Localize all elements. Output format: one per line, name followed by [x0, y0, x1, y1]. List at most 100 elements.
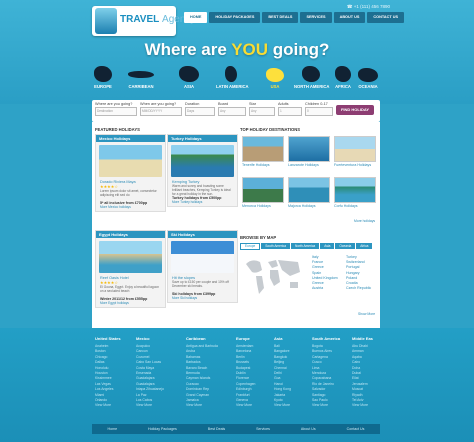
children-select[interactable]: 0 — [305, 107, 333, 116]
children-field: Children 0-17 0 — [305, 102, 333, 116]
card-heading: Mexico Holidays — [96, 135, 165, 142]
continent-asia[interactable]: ASIA — [178, 66, 200, 89]
footer-nav-best-deals[interactable]: Best Deals — [208, 424, 225, 434]
date-field: When are you going? MM/DD/YYYY — [140, 102, 182, 116]
europe-map-icon — [94, 66, 112, 82]
majorca-image — [288, 177, 330, 203]
continent-africa[interactable]: AFRICA — [332, 66, 354, 89]
logo-sail-icon — [95, 8, 117, 34]
turkey-coast-image — [171, 145, 234, 177]
tab-africa[interactable]: Africa — [356, 243, 373, 249]
main-content: FEATURED HOLIDAYS Mexico Holidays Dorado… — [92, 122, 380, 328]
continent-label: EUROPE — [94, 84, 112, 89]
nav-best-deals[interactable]: BEST DEALS — [262, 12, 299, 23]
destination-corfu[interactable]: Corfu Holidays — [334, 177, 376, 208]
country-link[interactable]: Czech Republic — [346, 286, 371, 291]
footer-nav-contact-us[interactable]: Contact Us — [347, 424, 365, 434]
destination-fuerteventura[interactable]: Fuerteventura Holidays — [334, 136, 376, 167]
card-heading: Ski Holidays — [168, 231, 237, 238]
tab-north-america[interactable]: North America — [291, 243, 320, 249]
footer-link[interactable]: View More — [136, 403, 164, 408]
mexico-beach-image — [99, 145, 162, 177]
destination-label[interactable]: Tenerife Holidays — [242, 163, 284, 167]
destination-label[interactable]: Fuerteventura Holidays — [334, 163, 376, 167]
nav-home[interactable]: HOME — [184, 12, 208, 23]
tab-south-america[interactable]: South America — [261, 243, 291, 249]
destination-tenerife[interactable]: Tenerife Holidays — [242, 136, 284, 167]
continent-latin-america[interactable]: LATIN AMERICA — [216, 66, 249, 89]
footer-col-south-america: South America Bogota Buenos Aires Cartag… — [312, 336, 340, 409]
board-field: Board Any — [218, 102, 246, 116]
footer-col-asia: Asia Bali Bangalore Bangkok Beijing Chen… — [274, 336, 291, 409]
continent-label: NORTH AMERICA — [294, 84, 330, 89]
card-description: Lorem ipsum dolor sit amet, consectetur … — [100, 189, 157, 197]
footer-link[interactable]: View More — [274, 403, 291, 408]
footer-nav-about-us[interactable]: About Us — [301, 424, 316, 434]
country-link[interactable]: Austria — [312, 286, 338, 291]
continent-europe[interactable]: EUROPE — [92, 66, 114, 89]
destination-field: Where are you going? Destination — [95, 102, 137, 116]
tab-asia[interactable]: Asia — [320, 243, 335, 249]
board-select[interactable]: Any — [218, 107, 246, 116]
destination-label[interactable]: Menorca Holidays — [242, 204, 284, 208]
destination-label[interactable]: Majorca Holidays — [288, 204, 330, 208]
adults-select[interactable]: 1 — [278, 107, 302, 116]
find-holiday-button[interactable]: FIND HOLIDAY — [336, 105, 374, 115]
world-map-graphic[interactable] — [242, 254, 304, 298]
footer-link[interactable]: Cabo San Lucas — [136, 360, 164, 365]
continent-usa[interactable]: USA — [264, 66, 286, 89]
nav-holiday-packages[interactable]: HOLIDAY PACKAGES — [209, 12, 261, 23]
date-input[interactable]: MM/DD/YYYY — [140, 107, 182, 116]
ski-slope-image — [171, 241, 234, 273]
logo[interactable]: TRAVEL Agency — [92, 6, 195, 36]
destination-menorca[interactable]: Menorca Holidays — [242, 177, 284, 208]
card-more-link[interactable]: More Ski holidays — [168, 296, 237, 302]
footer-link[interactable]: View More — [95, 403, 121, 408]
more-holidays-link[interactable]: More holidays — [354, 219, 375, 223]
destination-majorca[interactable]: Majorca Holidays — [288, 177, 330, 208]
featured-card-ski[interactable]: Ski Holidays Hit the slopes Save up to £… — [167, 230, 238, 303]
show-more-link[interactable]: Show More — [358, 312, 375, 316]
star-select[interactable]: Any — [249, 107, 275, 116]
footer-nav-holiday-packages[interactable]: Holiday Packages — [148, 424, 177, 434]
duration-select[interactable]: Days — [185, 107, 215, 116]
destination-input[interactable]: Destination — [95, 107, 137, 116]
card-more-link[interactable]: More Turkey holidays — [168, 200, 237, 206]
adults-field: Adults 1 — [278, 102, 302, 116]
footer-link[interactable]: View More — [312, 403, 340, 408]
carribean-map-icon — [128, 71, 154, 78]
footer-link[interactable]: View More — [352, 403, 373, 408]
continent-selector: EUROPE CARRIBEAN ASIA LATIN AMERICA USA … — [92, 66, 380, 94]
logo-main: TRAVEL — [120, 14, 160, 25]
continent-oceania[interactable]: OCEANIA — [356, 66, 380, 89]
footer-link[interactable]: View More — [236, 403, 255, 408]
phone-text: +1 (111) 456 7890 — [353, 4, 390, 9]
destination-lanzarote[interactable]: Lanzarote Holidays — [288, 136, 330, 167]
nav-about-us[interactable]: ABOUT US — [333, 12, 366, 23]
continent-north-america[interactable]: NORTH AMERICA — [294, 66, 330, 89]
card-more-link[interactable]: More Egypt holidays — [96, 301, 165, 307]
footer-nav-services[interactable]: Services — [256, 424, 270, 434]
card-description: Save up to £150 per couple and 10% off D… — [172, 280, 229, 288]
featured-card-mexico[interactable]: Mexico Holidays Dorado Riviera Maya ★★★★… — [95, 134, 166, 212]
footer-col-united-states: United States Anaheim Boston Chicago Dal… — [95, 336, 121, 409]
footer-col-title: Middle Eas — [352, 336, 373, 341]
continent-carribean[interactable]: CARRIBEAN — [126, 66, 156, 89]
destination-label[interactable]: Lanzarote Holidays — [288, 163, 330, 167]
footer-link[interactable]: Hong Kong — [274, 387, 291, 392]
footer-link[interactable]: Ixtapa Zihuatanejo — [136, 387, 164, 392]
card-more-link[interactable]: More Mexico holidays — [96, 205, 165, 211]
footer-nav-home[interactable]: Home — [107, 424, 117, 434]
destination-label[interactable]: Corfu Holidays — [334, 204, 376, 208]
footer-link[interactable]: View More — [186, 403, 218, 408]
tab-oceania[interactable]: Oceania — [335, 243, 356, 249]
egypt-resort-image — [99, 241, 162, 273]
footer-nav: Home Holiday Packages Best Deals Service… — [92, 424, 380, 434]
asia-map-icon — [179, 66, 199, 82]
featured-card-egypt[interactable]: Egypt Holidays Reef Oasis Hotel ★★★★☆ El… — [95, 230, 166, 308]
tab-europe[interactable]: Europe — [240, 243, 261, 250]
featured-card-turkey[interactable]: Turkey Holidays Kemping Turkey Warm and … — [167, 134, 238, 207]
nav-services[interactable]: SERVICES — [300, 12, 332, 23]
continent-label: OCEANIA — [358, 84, 378, 89]
nav-contact-us[interactable]: CONTACT US — [367, 12, 405, 23]
